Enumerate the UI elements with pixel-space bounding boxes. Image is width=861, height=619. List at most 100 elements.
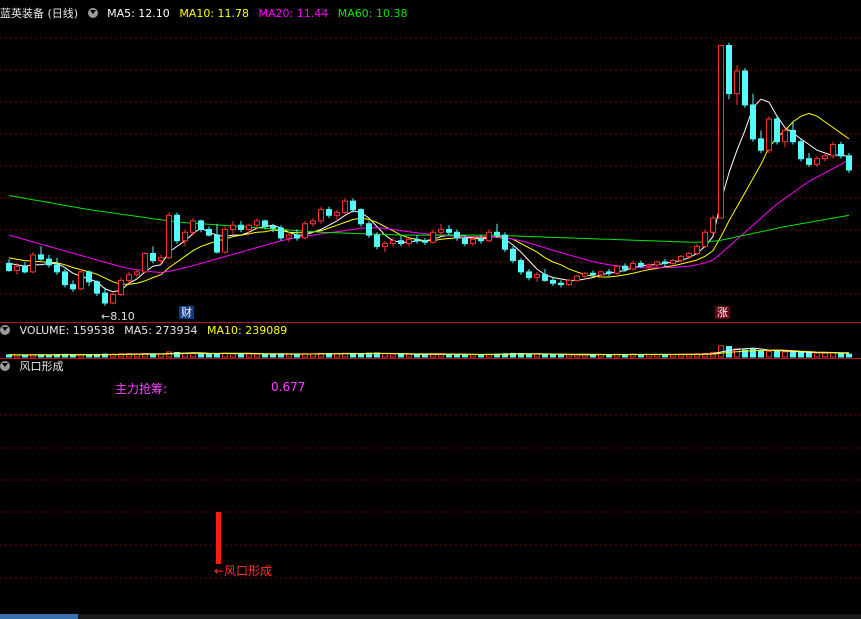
candle-body xyxy=(478,238,484,242)
candle-body xyxy=(798,141,804,160)
volume-bar xyxy=(478,354,484,358)
candle-body xyxy=(502,234,508,250)
candle-body xyxy=(494,231,500,236)
candle-body xyxy=(46,258,52,266)
candle-body xyxy=(606,271,612,274)
candle-body xyxy=(366,223,372,236)
volume-bar xyxy=(782,351,788,358)
candle-body xyxy=(718,44,724,219)
candle-body xyxy=(78,271,84,290)
volume-bar xyxy=(166,351,172,358)
candle-body xyxy=(662,261,668,264)
signal-annotation: ←风口形成 xyxy=(214,564,273,578)
candle-body xyxy=(318,209,324,222)
candle-body xyxy=(438,228,444,233)
candle-body xyxy=(14,265,20,271)
candle-body xyxy=(790,129,796,143)
volume-bar xyxy=(246,353,252,358)
candle-body xyxy=(350,200,356,211)
candle-body xyxy=(134,271,140,276)
volume-bar xyxy=(390,353,396,358)
candle-body xyxy=(278,227,284,239)
candle-body xyxy=(518,260,524,273)
candle-body xyxy=(158,257,164,262)
candle-body xyxy=(670,260,676,264)
volume-bar xyxy=(294,353,300,358)
candle-body xyxy=(846,155,852,171)
candle-body xyxy=(822,155,828,160)
volume-bar xyxy=(790,351,796,358)
candle-body xyxy=(398,240,404,245)
candle-body xyxy=(510,248,516,262)
candle-body xyxy=(678,255,684,262)
low-price-annotation: ←8.10 xyxy=(101,309,135,323)
candle-body xyxy=(454,231,460,239)
candle-body xyxy=(814,158,820,165)
candle-body xyxy=(750,104,756,140)
volume-bar xyxy=(814,352,820,358)
candle-body xyxy=(286,234,292,239)
volume-bar xyxy=(470,354,476,358)
volume-bar xyxy=(798,352,804,358)
candle-body xyxy=(326,209,332,216)
scrollbar-thumb[interactable] xyxy=(0,614,78,619)
volume-bar xyxy=(806,352,812,358)
candle-body xyxy=(590,272,596,276)
candle-body xyxy=(806,158,812,165)
volume-bar xyxy=(758,350,764,358)
candle-body xyxy=(302,223,308,239)
candle-body xyxy=(430,231,436,243)
candle-body xyxy=(838,144,844,157)
candle-body xyxy=(142,252,148,273)
limit-up-tag[interactable]: 涨 xyxy=(715,306,730,319)
candle-body xyxy=(766,118,772,151)
candle-body xyxy=(414,238,420,242)
candle-body xyxy=(446,228,452,233)
volume-bar xyxy=(254,353,260,358)
candle-body xyxy=(182,231,188,242)
candle-body xyxy=(206,228,212,236)
volume-bar xyxy=(534,353,540,358)
candle-body xyxy=(246,224,252,230)
candle-body xyxy=(382,243,388,247)
volume-bar xyxy=(238,353,244,358)
candle-body xyxy=(30,254,36,273)
candle-body xyxy=(702,231,708,247)
stock-chart[interactable] xyxy=(0,0,861,614)
candle-body xyxy=(734,70,740,95)
candle-body xyxy=(198,220,204,230)
candle-body xyxy=(830,144,836,157)
candle-body xyxy=(22,265,28,273)
volume-bar xyxy=(270,353,276,358)
candle-body xyxy=(694,245,700,254)
candle-body xyxy=(262,220,268,228)
candle-body xyxy=(86,271,92,283)
candle-body xyxy=(334,211,340,216)
volume-bar xyxy=(230,353,236,358)
candle-body xyxy=(686,252,692,257)
candle-body xyxy=(118,279,124,296)
candle-body xyxy=(726,44,732,95)
candle-body xyxy=(166,214,172,259)
candle-body xyxy=(150,252,156,262)
candle-body xyxy=(238,224,244,230)
volume-bar xyxy=(550,353,556,358)
candle-body xyxy=(102,292,108,304)
horizontal-scrollbar[interactable] xyxy=(0,614,861,619)
candle-body xyxy=(190,220,196,233)
candle-body xyxy=(550,279,556,284)
volume-bar xyxy=(774,350,780,358)
candle-body xyxy=(6,262,12,271)
candle-body xyxy=(174,214,180,242)
candle-body xyxy=(782,129,788,143)
candle-body xyxy=(542,274,548,281)
candle-body xyxy=(622,265,628,270)
candle-body xyxy=(110,294,116,304)
news-tag-cai[interactable]: 财 xyxy=(179,306,194,319)
candle-body xyxy=(374,234,380,247)
candle-body xyxy=(462,237,468,245)
candle-body xyxy=(342,200,348,213)
candle-body xyxy=(406,238,412,245)
candle-body xyxy=(630,262,636,270)
volume-bar xyxy=(262,353,268,358)
